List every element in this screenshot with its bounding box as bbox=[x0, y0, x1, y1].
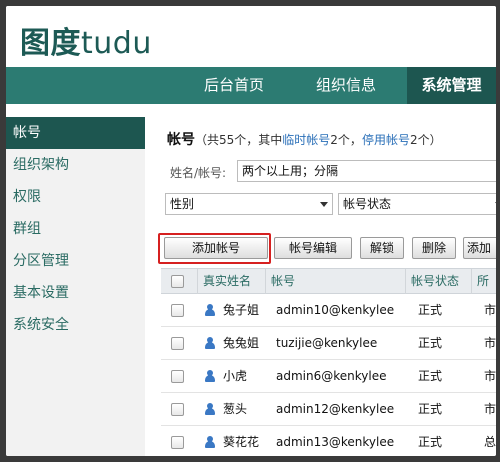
account-summary: 帐号（共55个，其中临时帐号2个，停用帐号2个） bbox=[167, 129, 442, 149]
sidebar-item-accounts[interactable]: 帐号 bbox=[6, 117, 145, 149]
chevron-down-icon bbox=[320, 202, 328, 207]
row-dept: 市 bbox=[484, 402, 496, 416]
row-checkbox[interactable] bbox=[171, 304, 184, 317]
table-row[interactable]: 小虎 admin6@kenkylee 正式 市 bbox=[161, 360, 496, 393]
gender-select-value: 性别 bbox=[170, 197, 195, 211]
tab-system-admin[interactable]: 系统管理 bbox=[407, 67, 496, 104]
disabled-accounts-link[interactable]: 停用帐号 bbox=[362, 133, 410, 147]
select-all-checkbox[interactable] bbox=[171, 275, 184, 288]
add-account-button[interactable]: 添加帐号 bbox=[164, 237, 268, 259]
row-checkbox[interactable] bbox=[171, 436, 184, 449]
edit-account-button[interactable]: 帐号编辑 bbox=[274, 237, 352, 259]
sidebar-item-org-structure[interactable]: 组织架构 bbox=[6, 149, 145, 181]
row-real-name: 兔子姐 bbox=[223, 303, 260, 317]
row-account[interactable]: admin12@kenkylee bbox=[276, 393, 394, 425]
logo: 图度tudu bbox=[20, 18, 152, 62]
chevron-down-icon bbox=[495, 202, 496, 207]
top-nav: 后台首页 组织信息 系统管理 bbox=[6, 67, 496, 104]
row-checkbox[interactable] bbox=[171, 337, 184, 350]
unlock-button[interactable]: 解锁 bbox=[360, 237, 404, 259]
sidebar-item-security[interactable]: 系统安全 bbox=[6, 309, 145, 341]
toolbar: 添加帐号 帐号编辑 解锁 删除 添加 bbox=[163, 237, 496, 261]
row-real-name: 兔兔姐 bbox=[223, 336, 260, 350]
status-select[interactable]: 帐号状态 bbox=[338, 193, 496, 215]
table-row[interactable]: 葱头 admin12@kenkylee 正式 市 bbox=[161, 393, 496, 426]
col-dept[interactable]: 所 bbox=[471, 269, 496, 294]
col-account[interactable]: 帐号 bbox=[265, 269, 405, 294]
filter-panel: 姓名/帐号: 两个以上用；分隔 性别 帐号状态 bbox=[165, 159, 496, 215]
user-icon bbox=[205, 370, 215, 382]
main-panel: 帐号（共55个，其中临时帐号2个，停用帐号2个） 姓名/帐号: 两个以上用；分隔… bbox=[151, 117, 496, 456]
add-to-button[interactable]: 添加 bbox=[463, 237, 496, 259]
sidebar-item-groups[interactable]: 群组 bbox=[6, 213, 145, 245]
col-status[interactable]: 帐号状态 bbox=[405, 269, 471, 294]
app-window: 图度tudu 后台首页 组织信息 系统管理 帐号 组织架构 权限 群组 分区管理… bbox=[6, 6, 496, 456]
user-icon bbox=[205, 436, 215, 448]
row-checkbox[interactable] bbox=[171, 403, 184, 416]
gender-select[interactable]: 性别 bbox=[165, 193, 333, 215]
summary-text-2: 2个， bbox=[330, 133, 362, 147]
temp-accounts-link[interactable]: 临时帐号 bbox=[282, 133, 330, 147]
row-dept: 市 bbox=[484, 369, 496, 383]
user-icon bbox=[205, 304, 215, 316]
summary-text-3: 2个） bbox=[409, 133, 442, 147]
tab-org-info[interactable]: 组织信息 bbox=[296, 67, 396, 104]
page-title: 帐号 bbox=[167, 132, 195, 148]
logo-en: tudu bbox=[81, 26, 152, 61]
summary-text-1: （共55个，其中 bbox=[195, 133, 283, 147]
row-checkbox[interactable] bbox=[171, 370, 184, 383]
row-dept: 总 bbox=[484, 435, 496, 449]
row-real-name: 葵花花 bbox=[223, 435, 260, 449]
table-row[interactable]: 兔子姐 admin10@kenkylee 正式 市 bbox=[161, 294, 496, 327]
row-status: 正式 bbox=[418, 402, 443, 416]
row-status: 正式 bbox=[418, 369, 443, 383]
row-account[interactable]: tuzijie@kenkylee bbox=[276, 327, 377, 359]
table-row[interactable]: 葵花花 admin13@kenkylee 正式 总 bbox=[161, 426, 496, 456]
row-status: 正式 bbox=[418, 336, 443, 350]
row-real-name: 葱头 bbox=[223, 402, 248, 416]
row-dept: 市 bbox=[484, 336, 496, 350]
user-icon bbox=[205, 403, 215, 415]
sidebar-item-basic-settings[interactable]: 基本设置 bbox=[6, 277, 145, 309]
row-status: 正式 bbox=[418, 435, 443, 449]
row-dept: 市 bbox=[484, 303, 496, 317]
name-account-label: 姓名/帐号: bbox=[170, 166, 227, 180]
sidebar-item-permissions[interactable]: 权限 bbox=[6, 181, 145, 213]
tab-home[interactable]: 后台首页 bbox=[179, 67, 289, 104]
select-all-cell bbox=[161, 269, 191, 294]
sidebar-item-partitions[interactable]: 分区管理 bbox=[6, 245, 145, 277]
sidebar: 帐号 组织架构 权限 群组 分区管理 基本设置 系统安全 bbox=[6, 117, 145, 456]
accounts-table: 真实姓名 帐号 帐号状态 所 兔子姐 admin10@kenkylee 正式市兔兔姐… bbox=[161, 268, 496, 456]
delete-button[interactable]: 删除 bbox=[412, 237, 456, 259]
status-select-value: 帐号状态 bbox=[343, 197, 392, 211]
col-real-name[interactable]: 真实姓名 bbox=[197, 269, 265, 294]
table-row[interactable]: 兔兔姐 tuzijie@kenkylee 正式 市 bbox=[161, 327, 496, 360]
row-status: 正式 bbox=[418, 303, 443, 317]
user-icon bbox=[205, 337, 215, 349]
header: 图度tudu bbox=[6, 6, 496, 67]
name-account-input[interactable]: 两个以上用；分隔 bbox=[237, 160, 496, 182]
row-account[interactable]: admin10@kenkylee bbox=[276, 294, 394, 326]
logo-cn: 图度 bbox=[20, 26, 81, 61]
row-account[interactable]: admin13@kenkylee bbox=[276, 426, 394, 456]
row-real-name: 小虎 bbox=[223, 369, 248, 383]
row-account[interactable]: admin6@kenkylee bbox=[276, 360, 386, 392]
table-header: 真实姓名 帐号 帐号状态 所 bbox=[161, 268, 496, 294]
